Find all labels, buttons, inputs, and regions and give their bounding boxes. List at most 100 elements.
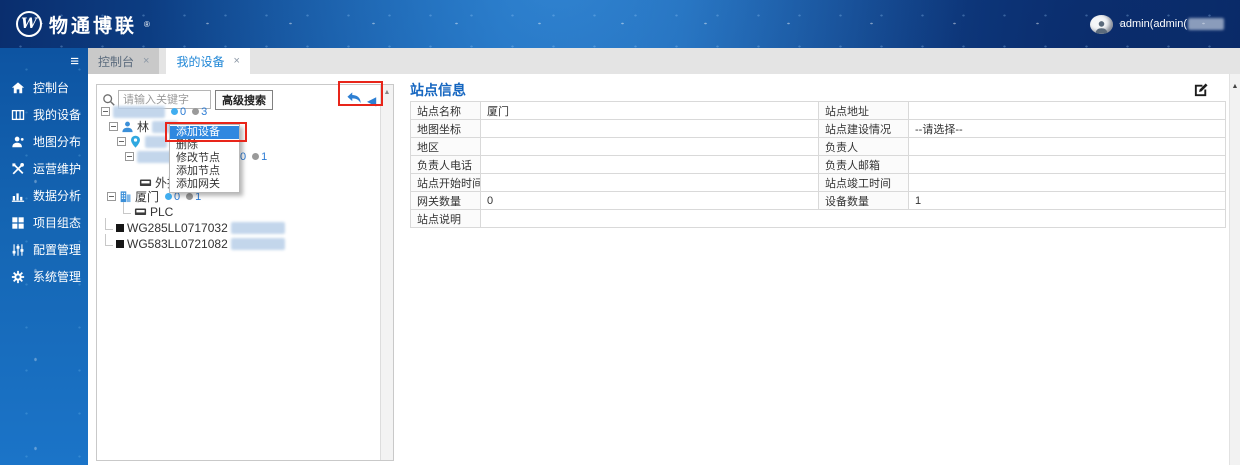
badge-value: 3 (201, 105, 208, 118)
sidebar-item-label: 数据分析 (33, 189, 82, 203)
close-icon[interactable]: × (233, 55, 239, 67)
tree-node-gateway-2[interactable]: WG583LL0721082 (105, 233, 285, 251)
context-menu-item-edit-node[interactable]: 修改节点 (170, 152, 239, 165)
sidebar-item-project-config[interactable]: 项目组态 (0, 209, 88, 236)
field-label: 地图坐标 (410, 119, 481, 138)
context-menu: 添加设备 删除 修改节点 添加节点 添加网关 (169, 124, 240, 193)
online-dot-icon (171, 108, 178, 115)
user-menu[interactable]: admin(admin( (1089, 14, 1224, 34)
sidebar-item-operations[interactable]: 运营维护 < (0, 155, 88, 182)
table-row: 站点名称 厦门 站点地址 (410, 101, 1226, 120)
sliders-icon (11, 243, 25, 257)
tree-branch-line (105, 217, 113, 230)
page-scrollbar[interactable]: ▲ (1229, 74, 1240, 465)
sidebar-item-label: 我的设备 (33, 108, 82, 122)
map-pin-icon (129, 135, 142, 148)
tree-node-label: 厦门 (135, 190, 160, 204)
context-menu-item-add-gateway[interactable]: 添加网关 (170, 178, 239, 191)
tree-node-user[interactable]: 林 (109, 120, 179, 134)
field-value-region (480, 137, 819, 156)
table-row: 站点开始时间 站点竣工时间 (410, 173, 1226, 192)
tree-branch-line (105, 233, 113, 246)
collapse-node-icon[interactable] (107, 192, 116, 201)
collapse-node-icon[interactable] (117, 137, 126, 146)
field-value-device-count: 1 (908, 191, 1226, 210)
collapse-node-icon[interactable] (109, 122, 118, 131)
scroll-up-icon[interactable]: ▲ (1232, 83, 1239, 90)
gear-icon (11, 270, 25, 284)
field-label: 地区 (410, 137, 481, 156)
collapse-node-icon[interactable] (101, 107, 110, 116)
sidebar-item-config-mgmt[interactable]: 配置管理 < (0, 236, 88, 263)
field-value-owner-email (908, 155, 1226, 174)
context-menu-item-delete[interactable]: 删除 (170, 139, 239, 152)
tools-icon (11, 162, 25, 176)
offline-dot-icon (252, 153, 260, 160)
tree-node-plc[interactable]: PLC (123, 201, 174, 219)
field-label: 负责人邮箱 (818, 155, 909, 174)
offline-dot-icon (186, 193, 194, 200)
badge-value: 0 (180, 105, 187, 118)
collapse-node-icon[interactable] (125, 152, 134, 161)
field-label: 站点开始时间 (410, 173, 481, 192)
sidebar-collapse-button[interactable]: ≡ (0, 48, 88, 74)
redacted-node-name (145, 135, 167, 148)
field-value-owner (908, 137, 1226, 156)
badge-value: 1 (261, 150, 268, 163)
field-value-site-name: 厦门 (480, 101, 819, 120)
table-row: 地区 负责人 (410, 137, 1226, 156)
sidebar-item-console[interactable]: 控制台 (0, 74, 88, 101)
map-user-icon (11, 135, 25, 149)
redacted-node-name (230, 221, 285, 234)
user-display-redacted (1188, 18, 1224, 30)
brand-logo: W 物通博联 ® (16, 11, 150, 38)
edit-icon[interactable] (1193, 81, 1210, 98)
field-label: 站点说明 (410, 209, 481, 228)
brand-name: 物通博联 (49, 15, 138, 37)
tree-node-label: PLC (150, 204, 174, 219)
registered-mark: ® (144, 19, 150, 29)
sidebar-item-label: 系统管理 (33, 270, 82, 284)
table-row: 站点说明 (410, 209, 1226, 228)
tree-node-site[interactable] (117, 135, 167, 148)
undo-icon[interactable] (345, 91, 363, 110)
tree-scrollbar[interactable]: ▲ (380, 85, 393, 460)
offline-count-badge: 3 (192, 106, 207, 118)
sidebar-item-map[interactable]: 地图分布 < (0, 128, 88, 155)
field-value-site-description (480, 209, 1226, 228)
sidebar-item-label: 项目组态 (33, 216, 82, 230)
sidebar-item-data-analysis[interactable]: 数据分析 < (0, 182, 88, 209)
site-info-title: 站点信息 (410, 82, 466, 98)
sidebar-item-my-devices[interactable]: 我的设备 (0, 101, 88, 128)
home-icon (11, 81, 25, 95)
tab-console[interactable]: 控制台 × (88, 48, 160, 74)
advanced-search-button[interactable]: 高级搜索 (215, 90, 273, 110)
sidebar-nav: ≡ 控制台 我的设备 地图分布 < 运营维护 < 数据分析 < 项目组态 (0, 48, 88, 465)
gateway-icon (116, 239, 124, 248)
tree-branch-line (123, 201, 131, 214)
redacted-node-name (230, 237, 285, 250)
app-header: W 物通博联 ® admin(admin( (0, 0, 1240, 48)
sidebar-item-label: 地图分布 (33, 135, 82, 149)
collapse-panel-icon[interactable]: ◀ (367, 95, 376, 107)
tree-node-label: WG285LL0717032 (127, 220, 228, 235)
context-menu-item-add-device[interactable]: 添加设备 (170, 126, 239, 139)
field-value-construction-status: --请选择-- (908, 119, 1226, 138)
field-value-site-address (908, 101, 1226, 120)
sidebar-item-label: 控制台 (33, 81, 70, 95)
tree-node-gateway-1[interactable]: WG285LL0717032 (105, 217, 285, 235)
field-value-map-coords (480, 119, 819, 138)
tree-node-root[interactable]: 0 3 (101, 105, 207, 118)
scroll-up-icon[interactable]: ▲ (384, 89, 391, 96)
close-icon[interactable]: × (143, 55, 149, 67)
field-value-gateway-count: 0 (480, 191, 819, 210)
field-label: 站点建设情况 (818, 119, 909, 138)
sidebar-item-system-mgmt[interactable]: 系统管理 < (0, 263, 88, 290)
online-dot-icon (165, 193, 173, 200)
tab-my-devices[interactable]: 我的设备 × (166, 48, 250, 74)
context-menu-item-add-node[interactable]: 添加节点 (170, 165, 239, 178)
devices-icon (11, 108, 25, 122)
tree-node-label: 林 (137, 120, 150, 134)
chart-icon (11, 189, 25, 203)
user-icon (121, 120, 134, 133)
